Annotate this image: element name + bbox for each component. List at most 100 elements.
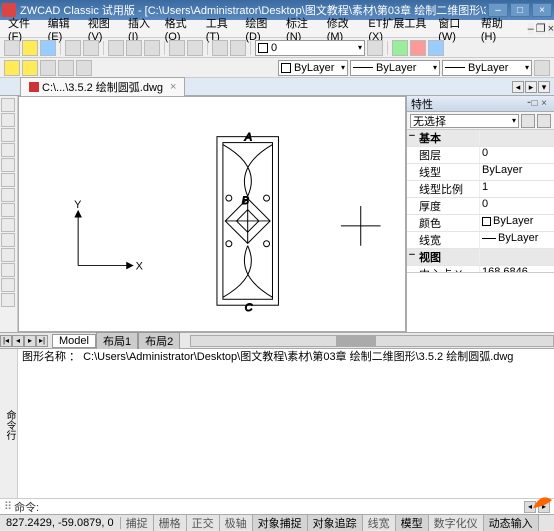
cut-icon[interactable] [108, 40, 124, 56]
pan-icon[interactable] [230, 40, 246, 56]
spline-icon[interactable] [1, 203, 15, 217]
zoom-icon[interactable] [212, 40, 228, 56]
panel-close-icon[interactable]: × [538, 98, 550, 110]
cmd-handle-icon[interactable]: ⠿ [4, 500, 12, 513]
menu-tools[interactable]: 工具(T) [202, 15, 240, 43]
table-icon[interactable] [1, 293, 15, 307]
tab-menu-icon[interactable]: ▾ [538, 81, 550, 93]
separator [60, 41, 61, 55]
separator [207, 41, 208, 55]
block-icon[interactable] [1, 263, 15, 277]
tool-g-icon[interactable] [534, 60, 550, 76]
tool-b-icon[interactable] [410, 40, 426, 56]
open-icon[interactable] [22, 40, 38, 56]
lineweight-combo[interactable]: ByLayer▾ [442, 60, 532, 76]
status-model[interactable]: 模型 [396, 515, 429, 531]
menu-file[interactable]: 文件(F) [4, 15, 42, 43]
line-icon[interactable] [1, 98, 15, 112]
menu-dimension[interactable]: 标注(N) [282, 15, 321, 43]
close-tab-icon[interactable]: × [170, 81, 176, 93]
menu-view[interactable]: 视图(V) [84, 15, 122, 43]
tool-f-icon[interactable] [76, 60, 92, 76]
text-icon[interactable] [1, 233, 15, 247]
save-icon[interactable] [40, 40, 56, 56]
copy-icon[interactable] [126, 40, 142, 56]
prop-thickness[interactable]: 0 [479, 198, 554, 214]
status-coordinates[interactable]: 827.2429, -59.0879, 0 [0, 517, 121, 529]
color-combo[interactable]: ByLayer▾ [278, 60, 348, 76]
status-osnap[interactable]: 对象捕捉 [253, 515, 308, 531]
polyline-icon[interactable] [1, 113, 15, 127]
linetype-combo[interactable]: ByLayer▾ [350, 60, 440, 76]
hatch-icon[interactable] [1, 218, 15, 232]
ellipse-icon[interactable] [1, 188, 15, 202]
bulb-icon[interactable] [22, 60, 38, 76]
command-history[interactable]: 图形名称 ： C:\Users\Administrator\Desktop\图文… [18, 349, 554, 498]
arc-icon[interactable] [1, 143, 15, 157]
print-icon[interactable] [65, 40, 81, 56]
close-button[interactable]: × [532, 3, 552, 17]
status-otrack[interactable]: 对象追踪 [308, 515, 363, 531]
next-layout-icon[interactable]: ▸ [24, 335, 36, 347]
light-icon[interactable] [4, 60, 20, 76]
command-input[interactable] [41, 501, 522, 512]
document-tab-active[interactable]: C:\...\3.5.2 绘制圆弧.dwg × [20, 77, 185, 96]
menu-modify[interactable]: 修改(M) [323, 15, 363, 43]
doc-close-button[interactable]: × [548, 23, 554, 35]
status-snap[interactable]: 捕捉 [121, 515, 154, 531]
sel-filter-icon[interactable] [521, 114, 535, 128]
menu-et[interactable]: ET扩展工具(X) [364, 15, 432, 43]
redo-icon[interactable] [187, 40, 203, 56]
properties-header[interactable]: 特性 ⁃□ × [407, 96, 554, 112]
scroll-right-icon[interactable]: ▸ [525, 81, 537, 93]
prop-layer[interactable]: 0 [479, 147, 554, 163]
prop-linetype[interactable]: ByLayer [479, 164, 554, 180]
scroll-left-icon[interactable]: ◂ [512, 81, 524, 93]
sel-quick-icon[interactable] [537, 114, 551, 128]
group-view[interactable]: 视图 [417, 249, 479, 265]
status-grid[interactable]: 栅格 [154, 515, 187, 531]
status-tablet[interactable]: 数字化仪 [429, 515, 484, 531]
pin-icon[interactable]: ⁃□ [526, 98, 538, 110]
tool-d-icon[interactable] [40, 60, 56, 76]
status-ortho[interactable]: 正交 [187, 515, 220, 531]
prop-lineweight[interactable]: ByLayer [479, 232, 554, 248]
menu-window[interactable]: 窗口(W) [434, 15, 475, 43]
polygon-icon[interactable] [1, 173, 15, 187]
prop-ltscale[interactable]: 1 [479, 181, 554, 197]
doc-restore-button[interactable]: ❐ [536, 22, 546, 35]
prop-color[interactable]: ByLayer [479, 215, 554, 231]
hscrollbar[interactable] [190, 335, 554, 347]
rect-icon[interactable] [1, 158, 15, 172]
tab-layout1[interactable]: 布局1 [96, 332, 138, 350]
status-dyn[interactable]: 动态输入 [484, 515, 539, 531]
circle-icon[interactable] [1, 128, 15, 142]
tool-a-icon[interactable] [392, 40, 408, 56]
undo-icon[interactable] [169, 40, 185, 56]
layer-combo[interactable]: 0▾ [255, 40, 365, 56]
tool-e-icon[interactable] [58, 60, 74, 76]
menu-edit[interactable]: 编辑(E) [44, 15, 82, 43]
status-lwt[interactable]: 线宽 [363, 515, 396, 531]
tab-layout2[interactable]: 布局2 [138, 332, 180, 350]
menu-draw[interactable]: 绘图(D) [241, 15, 280, 43]
preview-icon[interactable] [83, 40, 99, 56]
menu-format[interactable]: 格式(O) [161, 15, 200, 43]
tab-model[interactable]: Model [52, 334, 96, 348]
paste-icon[interactable] [144, 40, 160, 56]
tool-c-icon[interactable] [428, 40, 444, 56]
menu-help[interactable]: 帮助(H) [477, 15, 516, 43]
menu-insert[interactable]: 插入(I) [124, 15, 159, 43]
region-icon[interactable] [1, 278, 15, 292]
drawing-canvas[interactable]: X Y A [18, 96, 406, 332]
point-icon[interactable] [1, 248, 15, 262]
doc-minimize-button[interactable]: – [528, 23, 534, 35]
prev-layout-icon[interactable]: ◂ [12, 335, 24, 347]
last-layout-icon[interactable]: ▸| [36, 335, 48, 347]
first-layout-icon[interactable]: |◂ [0, 335, 12, 347]
layer-mgr-icon[interactable] [367, 40, 383, 56]
new-icon[interactable] [4, 40, 20, 56]
status-polar[interactable]: 极轴 [220, 515, 253, 531]
group-basic[interactable]: 基本 [417, 130, 479, 146]
selection-combo[interactable]: 无选择▾ [410, 114, 519, 128]
